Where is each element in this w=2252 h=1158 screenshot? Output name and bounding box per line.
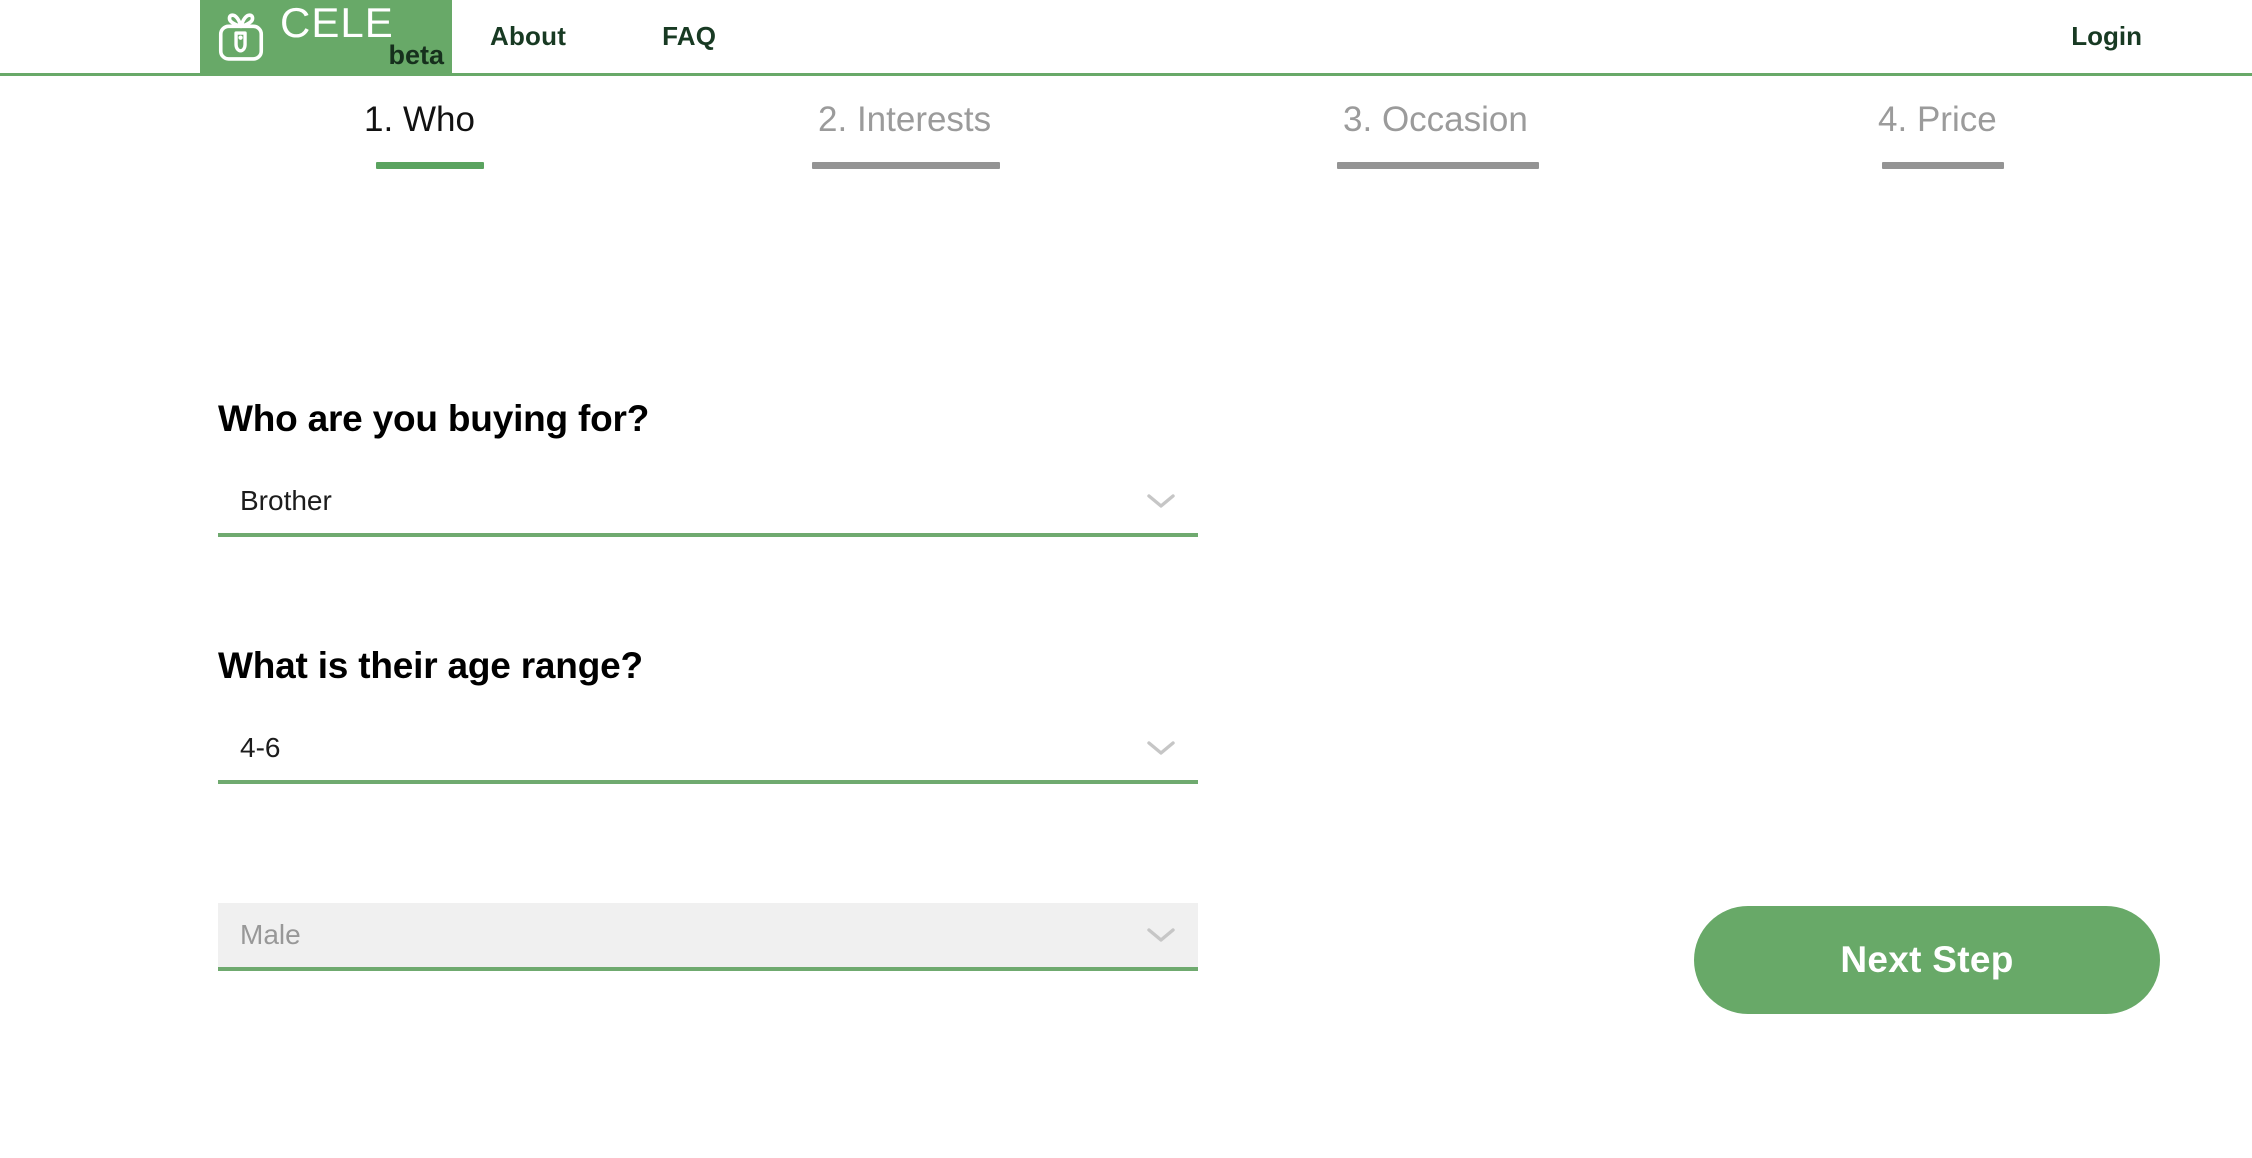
login-link[interactable]: Login xyxy=(2071,0,2142,73)
main-nav: About FAQ xyxy=(490,0,716,73)
step-1-who[interactable]: 1. Who xyxy=(352,95,484,169)
step-3-label: 3. Occasion xyxy=(1337,98,1539,142)
step-2-interests[interactable]: 2. Interests xyxy=(812,98,1000,169)
step-1-label: 1. Who xyxy=(352,95,484,145)
recipient-select[interactable]: Brother xyxy=(218,469,1198,537)
step-2-label: 2. Interests xyxy=(812,98,1000,142)
field-group-recipient: Who are you buying for? Brother xyxy=(218,396,1198,537)
recipient-heading: Who are you buying for? xyxy=(218,398,650,439)
age-range-heading: What is their age range? xyxy=(218,645,643,686)
step-1-underline xyxy=(376,162,484,169)
nav-link-faq[interactable]: FAQ xyxy=(662,21,716,52)
step-4-number: 4. xyxy=(1878,100,1908,139)
chevron-down-icon xyxy=(1147,741,1175,755)
step-2-number: 2. xyxy=(818,100,848,139)
nav-link-about[interactable]: About xyxy=(490,21,566,52)
step-4-underline xyxy=(1882,162,2004,169)
step-3-occasion[interactable]: 3. Occasion xyxy=(1337,98,1539,169)
chevron-down-icon xyxy=(1147,928,1175,942)
logo-brand-text: CELE xyxy=(280,0,394,46)
logo-beta-badge: beta xyxy=(388,40,444,70)
step-3-underline xyxy=(1337,162,1539,169)
step-4-text: Price xyxy=(1916,100,1997,139)
step-4-label: 4. Price xyxy=(1872,98,2004,142)
logo-wordmark: CELE beta xyxy=(280,0,446,73)
step-3-text: Occasion xyxy=(1381,100,1528,139)
site-header: CELE beta About FAQ Login xyxy=(0,0,2252,76)
gift-box-icon xyxy=(218,12,264,61)
next-step-button[interactable]: Next Step xyxy=(1694,906,2160,1014)
step-2-text: Interests xyxy=(856,100,992,139)
step-1-text: Who xyxy=(402,100,475,139)
recipient-select-value: Brother xyxy=(240,485,332,516)
step-1-number: 1. xyxy=(364,100,394,139)
chevron-down-icon xyxy=(1147,494,1175,508)
step-4-price[interactable]: 4. Price xyxy=(1872,98,2004,169)
gender-select[interactable]: Male xyxy=(218,903,1198,971)
wizard-form: Who are you buying for? Brother What is … xyxy=(0,206,2252,1136)
step-3-number: 3. xyxy=(1343,100,1373,139)
field-group-gender: Male xyxy=(218,903,1198,971)
wizard-stepper: 1. Who 2. Interests 3. Occasion 4. Price xyxy=(0,76,2252,206)
logo-block[interactable]: CELE beta xyxy=(200,0,452,73)
gender-select-value: Male xyxy=(240,919,301,950)
age-range-select-value: 4-6 xyxy=(240,732,281,763)
age-range-select[interactable]: 4-6 xyxy=(218,716,1198,784)
field-group-age-range: What is their age range? 4-6 xyxy=(218,643,1198,784)
step-2-underline xyxy=(812,162,1000,169)
